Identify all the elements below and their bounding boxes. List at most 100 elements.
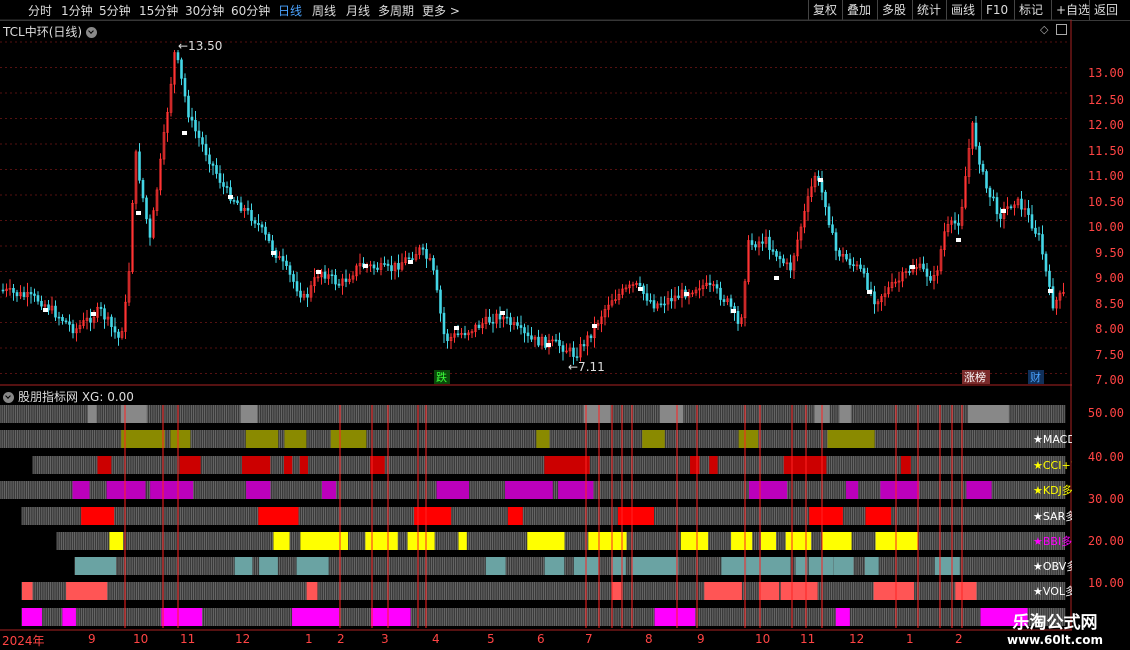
candle-body [201, 137, 204, 145]
indicator-block [296, 557, 329, 575]
candle-body [344, 278, 348, 282]
candle-body [148, 218, 152, 238]
indicator-block [721, 557, 747, 575]
candlestick-chart[interactable]: ←13.50←7.11跌涨榜财★MACD★CCI+1★KDJ多★SAR多★BBI… [0, 0, 1072, 650]
indicator-block [611, 582, 622, 600]
candle-body [12, 287, 15, 293]
indicator-block [780, 582, 818, 600]
candle-body [1037, 233, 1041, 235]
candle-body [992, 196, 995, 199]
indicator-block [283, 456, 293, 474]
signal-mark [956, 238, 961, 242]
signal-mark [638, 287, 643, 291]
marker-0: 跌 [436, 370, 447, 384]
indicator-block [865, 507, 892, 525]
indicator-block [179, 456, 201, 474]
indicator-block [808, 557, 834, 575]
candle-body [180, 59, 183, 79]
candle-body [953, 220, 957, 224]
candle-body [1009, 206, 1013, 209]
signal-mark [91, 312, 96, 316]
signal-mark [316, 270, 321, 274]
candle-body [64, 320, 68, 323]
candle-body [71, 324, 75, 334]
candle-body [852, 264, 855, 266]
candle-body [1034, 227, 1037, 234]
candle-body [61, 317, 64, 322]
indicator-block [259, 557, 278, 575]
candle-body [649, 300, 652, 302]
toolbar-action-8[interactable]: 返回 [1089, 0, 1122, 20]
candle-body [204, 143, 208, 156]
indicator-block [846, 481, 859, 499]
candle-body [176, 52, 180, 61]
candle-body [292, 274, 295, 282]
candle-body [537, 336, 540, 346]
candle-body [491, 321, 495, 324]
indicator-block [748, 481, 788, 499]
candle-body [771, 249, 775, 252]
indicator-block [284, 430, 307, 448]
indicator-block [875, 532, 919, 550]
indicator-block [97, 456, 112, 474]
candle-body [908, 271, 911, 273]
candle-body [523, 327, 526, 334]
indicator-block [22, 582, 33, 600]
candle-body [1041, 234, 1044, 255]
indicator-block [880, 481, 920, 499]
candle-body [295, 281, 299, 292]
candle-body [330, 274, 334, 277]
candle-body [334, 274, 337, 285]
signal-mark [136, 211, 141, 215]
signal-mark [43, 308, 48, 312]
candle-body [768, 236, 771, 251]
candle-body [411, 258, 414, 260]
candle-body [456, 333, 460, 336]
candle-body [736, 310, 740, 324]
candle-body [995, 197, 999, 215]
indicator-block [66, 582, 108, 600]
indicator-block [245, 430, 279, 448]
candle-body [957, 222, 960, 226]
signal-mark [500, 311, 505, 315]
candle-body [267, 234, 271, 242]
candle-body [141, 180, 145, 199]
candle-body [197, 130, 201, 138]
candle-body [68, 321, 71, 325]
candle-body [789, 262, 792, 271]
indicator-block [738, 430, 759, 448]
indicator-block [322, 481, 337, 499]
indicator-block [783, 456, 827, 474]
candle-body [862, 268, 866, 274]
candle-body [222, 182, 225, 187]
indicator-block [87, 405, 97, 423]
indicator-block [900, 456, 911, 474]
candle-body [845, 253, 848, 260]
indicator-block [505, 481, 553, 499]
candle-body [113, 326, 117, 333]
candle-body [834, 232, 838, 251]
indicator-block [536, 430, 550, 448]
signal-mark [1001, 209, 1006, 213]
candle-body [383, 263, 386, 265]
candle-body [446, 333, 449, 342]
candle-body [638, 282, 642, 287]
candle-body [22, 292, 26, 297]
candle-body [236, 200, 239, 204]
candle-body [922, 263, 925, 270]
candle-body [519, 325, 523, 328]
candle-body [215, 165, 218, 174]
candle-body [1, 289, 5, 292]
low-price-label: ←7.11 [568, 360, 605, 374]
candle-body [260, 224, 264, 228]
candle-body [670, 298, 673, 302]
candle-body [761, 241, 764, 244]
indicator-block [690, 456, 700, 474]
candle-body [848, 258, 852, 265]
candle-body [715, 284, 719, 289]
indicator-block [75, 557, 117, 575]
indicator-block [258, 507, 299, 525]
indicator-block [934, 557, 960, 575]
indicator-block [544, 557, 565, 575]
candle-body [558, 339, 561, 346]
